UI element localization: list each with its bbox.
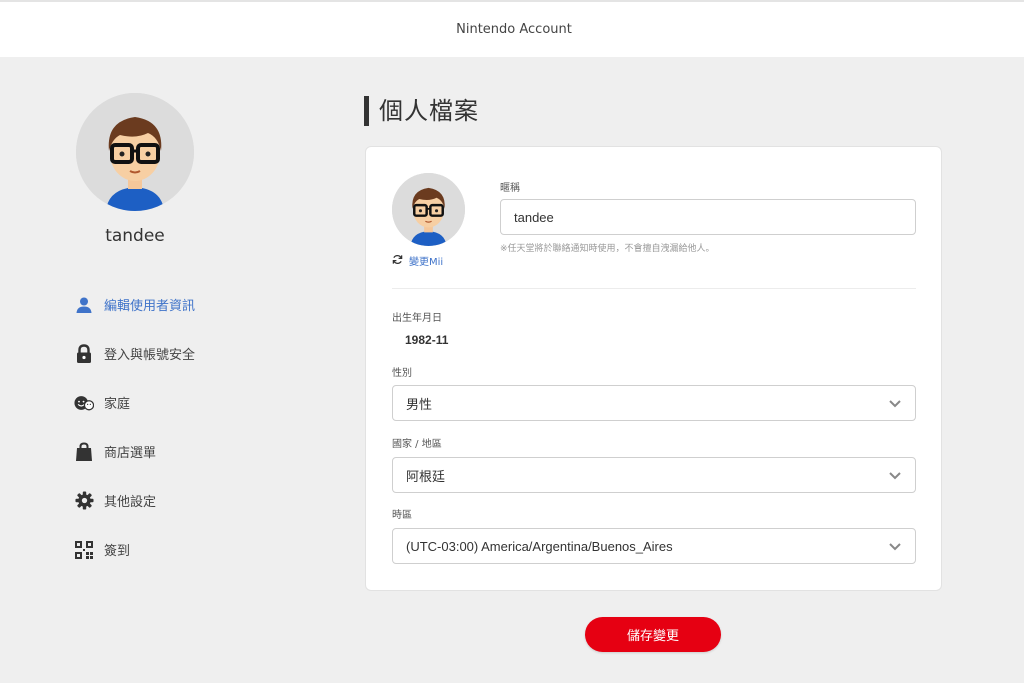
timezone-label: 時區 xyxy=(392,510,412,521)
country-label: 國家 / 地區 xyxy=(392,439,442,450)
top-bar: Nintendo Account xyxy=(0,0,1024,57)
sidebar-item-label: 家庭 xyxy=(104,397,131,412)
user-icon xyxy=(74,295,94,315)
username: tandee xyxy=(105,226,165,246)
sidebar-item-label: 登入與帳號安全 xyxy=(104,348,196,363)
lock-icon xyxy=(74,343,94,364)
nickname-input[interactable] xyxy=(500,199,916,235)
sidebar-item-edit-user-info[interactable]: 編輯使用者資訊 xyxy=(74,280,294,329)
birth-label: 出生年月日 xyxy=(392,313,442,324)
sidebar-item-shop-menu[interactable]: 商店選單 xyxy=(74,427,294,476)
family-icon xyxy=(74,393,94,413)
chevron-down-icon xyxy=(888,396,902,410)
divider xyxy=(392,288,916,289)
gender-value: 男性 xyxy=(406,396,433,412)
sidebar-item-family[interactable]: 家庭 xyxy=(74,378,294,427)
avatar[interactable] xyxy=(392,173,465,246)
qr-code-icon xyxy=(74,540,94,560)
nickname-note: ※任天堂將於聯絡通知時使用，不會擅自洩漏給他人。 xyxy=(500,244,715,254)
sidebar-item-label: 編輯使用者資訊 xyxy=(104,299,196,314)
birth-value: 1982-11 xyxy=(405,333,449,347)
save-button[interactable]: 儲存變更 xyxy=(585,617,721,652)
sidebar-nav: 編輯使用者資訊 登入與帳號安全 家庭 商店選單 其他設定 簽到 xyxy=(74,280,294,574)
timezone-select[interactable]: (UTC-03:00) America/Argentina/Buenos_Air… xyxy=(392,528,916,564)
chevron-down-icon xyxy=(888,539,902,553)
refresh-icon xyxy=(392,254,403,268)
country-select[interactable]: 阿根廷 xyxy=(392,457,916,493)
gear-icon xyxy=(74,491,94,511)
app-title: Nintendo Account xyxy=(456,22,572,37)
change-mii-link[interactable]: 變更Mii xyxy=(392,253,443,268)
nickname-label: 暱稱 xyxy=(500,183,520,194)
sidebar-item-login-security[interactable]: 登入與帳號安全 xyxy=(74,329,294,378)
country-value: 阿根廷 xyxy=(406,468,446,484)
shopping-bag-icon xyxy=(74,441,94,462)
timezone-value: (UTC-03:00) America/Argentina/Buenos_Air… xyxy=(406,538,673,554)
profile-card: 變更Mii 暱稱 ※任天堂將於聯絡通知時使用，不會擅自洩漏給他人。 出生年月日 … xyxy=(365,146,942,591)
sidebar-item-check-in[interactable]: 簽到 xyxy=(74,525,294,574)
chevron-down-icon xyxy=(888,468,902,482)
sidebar-item-label: 其他設定 xyxy=(104,495,157,510)
gender-label: 性別 xyxy=(392,368,412,379)
change-mii-label: 變更Mii xyxy=(409,257,444,268)
sidebar-item-label: 簽到 xyxy=(104,544,131,559)
page-title: 個人檔案 xyxy=(364,96,479,126)
mii-avatar-icon xyxy=(76,93,194,211)
sidebar-item-other-settings[interactable]: 其他設定 xyxy=(74,476,294,525)
gender-select[interactable]: 男性 xyxy=(392,385,916,421)
mii-avatar-icon xyxy=(392,173,465,246)
sidebar-item-label: 商店選單 xyxy=(104,446,157,461)
avatar xyxy=(76,93,194,211)
